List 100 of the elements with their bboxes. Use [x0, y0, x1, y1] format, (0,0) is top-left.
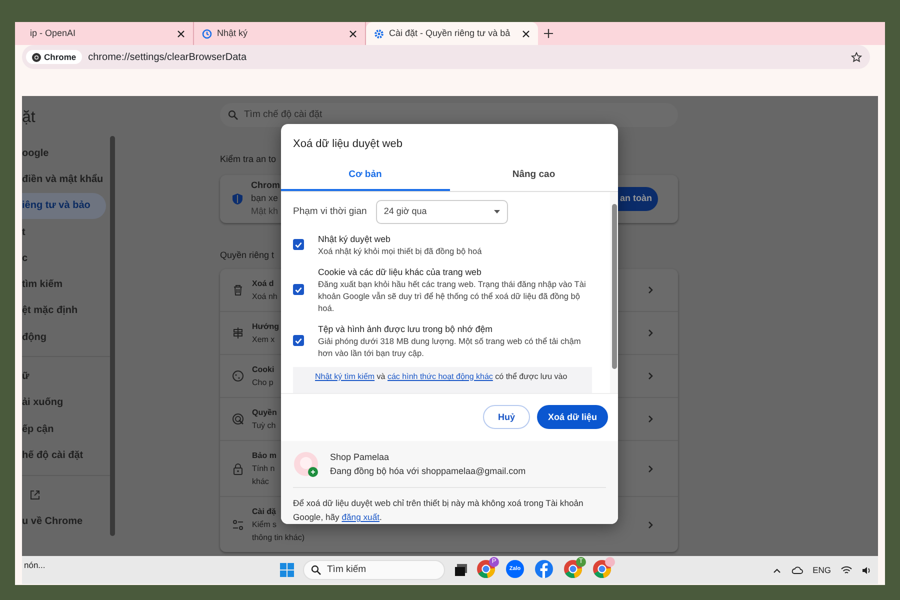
language-indicator[interactable]: ENG: [812, 564, 831, 576]
tab-title: Nhật ký: [217, 26, 249, 40]
sidebar-item[interactable]: iêng tư và bảo: [22, 192, 106, 219]
signpost-icon: [232, 327, 244, 339]
tab-title: Cài đặt - Quyền riêng tư và bả: [389, 26, 512, 40]
site-chip[interactable]: Chrome: [26, 50, 82, 64]
caret-icon: [494, 210, 500, 214]
option-description: Đăng xuất bạn khỏi hầu hết các trang web. Trạng thái đăng nhập vào Tài khoản Google vẫn sẽ duy trì để hệ thống có thể xoá dữ liệu đã đồng bộ hoá.: [318, 278, 587, 314]
option-description: Giải phóng dưới 318 MB dung lượng. Một số trang web có thể tải chậm hơn vào lần tới bạn truy cập.: [318, 334, 582, 359]
search-icon: [228, 110, 238, 120]
row-description: Kiểm s: [252, 519, 276, 531]
chrome-icon: [32, 52, 41, 62]
dialog-tab[interactable]: Cơ bản: [281, 162, 450, 191]
star-icon[interactable]: [851, 52, 862, 62]
start-icon[interactable]: [280, 563, 294, 577]
sign-out-note: Để xoá dữ liệu duyệt web chỉ trên thiết bị này mà không xoá trong Tài khoản Google, hãy đăng xuất.: [293, 497, 584, 524]
sidebar-item[interactable]: ệt mặc định: [22, 298, 106, 324]
chevron-right-icon: [648, 415, 653, 423]
row-description: Tuỳ ch: [252, 420, 276, 432]
checkbox[interactable]: [293, 239, 304, 250]
address-bar[interactable]: Chrome chrome://settings/clearBrowserData: [22, 45, 870, 69]
tab-title: ip - OpenAI: [30, 26, 77, 40]
card-text: bạn xe: [251, 192, 280, 205]
chevron-right-icon: [648, 286, 653, 294]
row-title: Quyền: [252, 407, 277, 419]
section-heading: Kiểm tra an to: [220, 153, 276, 166]
sidebar-item[interactable]: tìm kiếm: [22, 271, 106, 298]
section-heading: Quyền riêng t: [220, 248, 274, 262]
row-description: khác: [252, 476, 269, 488]
cookie-icon: [232, 370, 244, 382]
avatar: [293, 451, 319, 477]
option-title: Nhật ký duyệt web: [318, 232, 392, 245]
card-text: Chrom: [251, 179, 280, 192]
row-description: thông tin khác): [252, 532, 304, 544]
cloud-icon[interactable]: [790, 566, 803, 574]
search-field[interactable]: Tìm chế độ cài đặt: [220, 103, 678, 127]
sliders-icon: [232, 518, 244, 530]
cancel-button[interactable]: Huỷ: [482, 405, 530, 430]
target-icon: [232, 413, 244, 425]
sync-status: Đang đồng bộ hóa với shoppamelaa@gmail.com: [330, 465, 526, 478]
chevron-right-icon: [648, 329, 653, 337]
link[interactable]: đăng xuất: [342, 512, 380, 522]
checkbox[interactable]: [293, 284, 304, 296]
taskbar-app[interactable]: [535, 560, 555, 580]
scrollbar[interactable]: [610, 192, 618, 393]
history-icon: [202, 28, 212, 38]
search-icon: [311, 565, 321, 575]
sidebar-item[interactable]: oogle: [22, 140, 106, 166]
chevron-right-icon: [648, 464, 653, 472]
clear-data-button[interactable]: Xoá dữ liệu: [536, 405, 608, 430]
sidebar-heading: ặt: [22, 108, 36, 128]
chevron-right-icon: [648, 520, 653, 528]
lock-icon: [232, 462, 244, 474]
sidebar-item[interactable]: ải xuống: [22, 390, 106, 416]
time-range-select[interactable]: 24 giờ qua: [376, 200, 508, 224]
close-icon[interactable]: [177, 30, 185, 38]
browser-tab[interactable]: Cài đặt - Quyền riêng tư và bả: [366, 22, 538, 45]
close-icon[interactable]: [349, 30, 357, 38]
row-title: Bảo m: [252, 450, 276, 462]
wifi-icon[interactable]: [841, 566, 852, 574]
info-text: Nhật ký tìm kiếm và các hình thức hoạt động khác có thể được lưu vào: [293, 366, 592, 393]
chevron-right-icon: [648, 372, 653, 380]
row-description: Xem x: [252, 334, 275, 346]
external-link-icon[interactable]: [30, 490, 40, 500]
option-title: Cookie và các dữ liệu khác của trang web: [318, 266, 482, 278]
option-title: Tệp và hình ảnh được lưu trong bộ nhớ đệm: [318, 322, 494, 335]
sidebar-item[interactable]: u về Chrome: [22, 508, 106, 534]
account-name: Shop Pamelaa: [330, 451, 390, 464]
speaker-icon[interactable]: [862, 566, 872, 574]
taskbar-search[interactable]: Tìm kiếm: [303, 560, 445, 580]
sidebar-item[interactable]: hế độ cài đặt: [22, 442, 106, 469]
row-title: Cài đặ: [252, 506, 276, 518]
url-text: chrome://settings/clearBrowserData: [88, 50, 248, 64]
row-title: Xoá d: [252, 278, 274, 290]
sidebar-item[interactable]: điền và mật khẩu: [22, 166, 106, 193]
dialog-title: Xoá dữ liệu duyệt web: [292, 137, 404, 152]
chevron-up-icon[interactable]: [772, 568, 781, 572]
facebook-icon: [535, 560, 553, 578]
sidebar-item[interactable]: ếp cận: [22, 416, 106, 442]
row-description: Tính n: [252, 463, 275, 475]
checkbox[interactable]: [293, 335, 304, 346]
tooltip-text: nón...: [24, 559, 46, 572]
sidebar-item[interactable]: động: [22, 324, 106, 350]
shield-icon: [232, 192, 243, 204]
task-view-icon[interactable]: [454, 563, 468, 577]
trash-icon: [232, 284, 244, 296]
row-title: Hướng: [252, 321, 280, 333]
row-title: Cooki: [252, 364, 274, 376]
row-description: Cho p: [252, 377, 274, 389]
new-tab-icon[interactable]: [544, 29, 553, 38]
sidebar-item[interactable]: c: [22, 245, 106, 272]
scrollbar[interactable]: [110, 136, 115, 536]
close-icon[interactable]: [522, 30, 530, 38]
sidebar-item[interactable]: ữ: [22, 363, 106, 390]
field-label: Phạm vi thời gian: [293, 204, 367, 219]
link[interactable]: Nhật ký tìm kiếm: [315, 372, 375, 381]
sidebar-item[interactable]: t: [22, 218, 106, 246]
link[interactable]: các hình thức hoạt động khác: [387, 372, 493, 381]
option-description: Xoá nhật ký khỏi mọi thiết bị đã đồng bộ hoá: [318, 244, 482, 257]
row-description: Xoá nh: [252, 291, 278, 303]
